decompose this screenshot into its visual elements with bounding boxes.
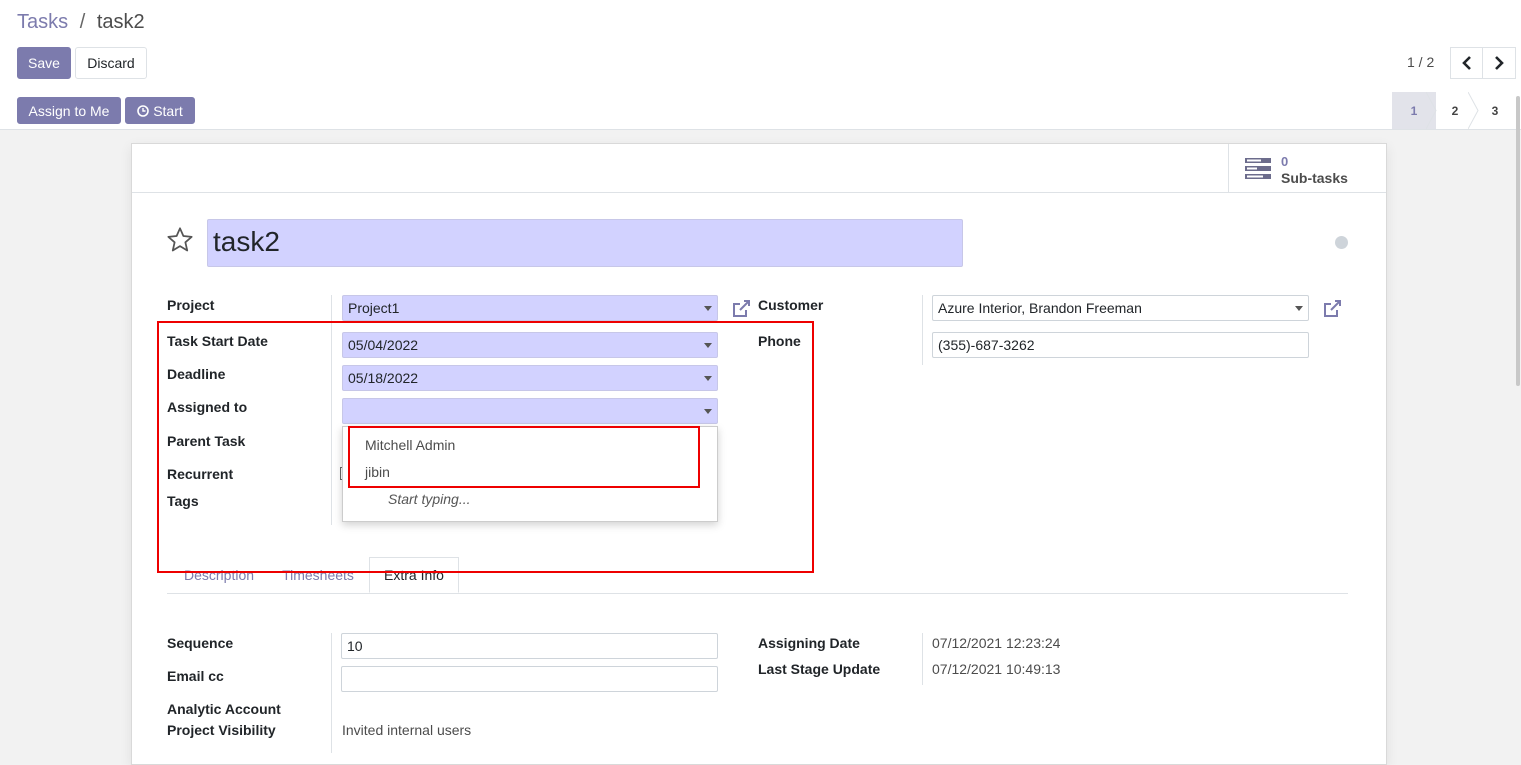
left-column-divider [331,295,332,525]
chevron-down-icon [704,409,712,414]
project-visibility-value: Invited internal users [342,722,472,738]
stage-2[interactable]: 2 [1440,92,1470,129]
project-label: Project [167,297,215,313]
button-box: 0 Sub-tasks [132,144,1386,193]
subtasks-label: Sub-tasks [1281,170,1348,186]
deadline-field[interactable]: 05/18/2022 [342,365,718,391]
tab-timesheets[interactable]: Timesheets [269,557,367,593]
control-panel: Tasks / task2 Save Discard 1 / 2 [0,0,1521,93]
notebook-tabs: Description Timesheets Extra Info [167,557,1348,594]
tab-extra-info[interactable]: Extra Info [369,557,459,593]
save-button[interactable]: Save [17,47,71,79]
dropdown-option-jibin[interactable]: jibin [365,464,390,480]
phone-value: (355)-687-3262 [938,337,1035,353]
tags-label: Tags [167,493,199,509]
parent-task-label: Parent Task [167,433,246,449]
last-stage-update-label: Last Stage Update [758,661,881,677]
pager-value[interactable]: 1 / 2 [1407,54,1434,70]
customer-field[interactable]: Azure Interior, Brandon Freeman [932,295,1309,321]
external-link-icon[interactable] [731,299,751,319]
chevron-down-icon [704,306,712,311]
external-link-icon[interactable] [1322,299,1342,319]
breadcrumb: Tasks / task2 [17,11,145,34]
stage-3-label: 3 [1491,103,1499,118]
email-cc-label: Email cc [167,668,224,684]
stage-2-label: 2 [1451,103,1459,118]
deadline-label: Deadline [167,366,226,382]
project-value: Project1 [348,300,400,316]
stage-3[interactable]: 3 [1482,92,1508,129]
chevron-down-icon [704,376,712,381]
task-start-date-value: 05/04/2022 [348,337,419,353]
analytic-account-label: Analytic Account [167,701,281,717]
dropdown-option-mitchell-admin[interactable]: Mitchell Admin [365,437,455,453]
star-icon[interactable] [166,226,194,254]
project-field[interactable]: Project1 [342,295,718,321]
pager-next-button[interactable] [1482,47,1516,79]
phone-label: Phone [758,333,801,349]
stage-arrow-2 [1468,92,1479,129]
assigned-to-field[interactable] [342,398,718,424]
page-scrollbar[interactable] [1516,96,1520,386]
task-name-input[interactable]: task2 [207,219,963,267]
chevron-down-icon [1295,306,1303,311]
sequence-field[interactable]: 10 [341,633,718,659]
breadcrumb-separator: / [79,11,86,33]
last-stage-update-value: 07/12/2021 10:49:13 [932,661,1061,677]
chevron-down-icon [704,343,712,348]
breadcrumb-current: task2 [96,11,145,33]
recurrent-label: Recurrent [167,466,234,482]
discard-button[interactable]: Discard [75,47,147,79]
stage-arrow-1 [1426,92,1437,129]
task-start-date-field[interactable]: 05/04/2022 [342,332,718,358]
phone-field[interactable]: (355)-687-3262 [932,332,1309,358]
customer-value: Azure Interior, Brandon Freeman [938,300,1142,316]
assigning-date-label: Assigning Date [758,635,860,651]
sequence-label: Sequence [167,635,234,651]
chevron-left-icon [1462,56,1471,70]
tasks-list-icon [1245,158,1271,179]
pager-previous-button[interactable] [1450,47,1484,79]
email-cc-field[interactable] [341,666,718,692]
dropdown-search-more[interactable]: Start typing... [388,491,470,507]
statusbar: Assign to Me Start 1 2 3 [0,92,1521,130]
start-button[interactable]: Start [125,97,195,124]
project-visibility-label: Project Visibility [167,722,276,738]
form-sheet: 0 Sub-tasks task2 Project Task Start Dat… [131,143,1387,765]
deadline-value: 05/18/2022 [348,370,419,386]
extra-left-divider [331,633,332,753]
task-start-date-label: Task Start Date [167,333,268,349]
chevron-right-icon [1495,56,1504,70]
tab-description[interactable]: Description [169,557,269,593]
assigning-date-value: 07/12/2021 12:23:24 [932,635,1061,651]
subtasks-count: 0 [1281,154,1289,169]
status-dot-icon[interactable] [1335,236,1348,249]
subtasks-smart-button[interactable]: 0 Sub-tasks [1228,144,1386,192]
assign-to-me-button[interactable]: Assign to Me [17,97,121,124]
customer-label: Customer [758,297,824,313]
assigned-to-dropdown: Mitchell Admin jibin Start typing... [342,426,718,522]
assigned-to-label: Assigned to [167,399,248,415]
stage-1-label: 1 [1410,103,1418,118]
right-column-divider [922,295,923,365]
breadcrumb-tasks-link[interactable]: Tasks [17,11,68,33]
clock-icon [137,104,150,117]
extra-right-divider [922,633,923,685]
start-button-label: Start [153,102,183,119]
sequence-value: 10 [347,638,363,654]
